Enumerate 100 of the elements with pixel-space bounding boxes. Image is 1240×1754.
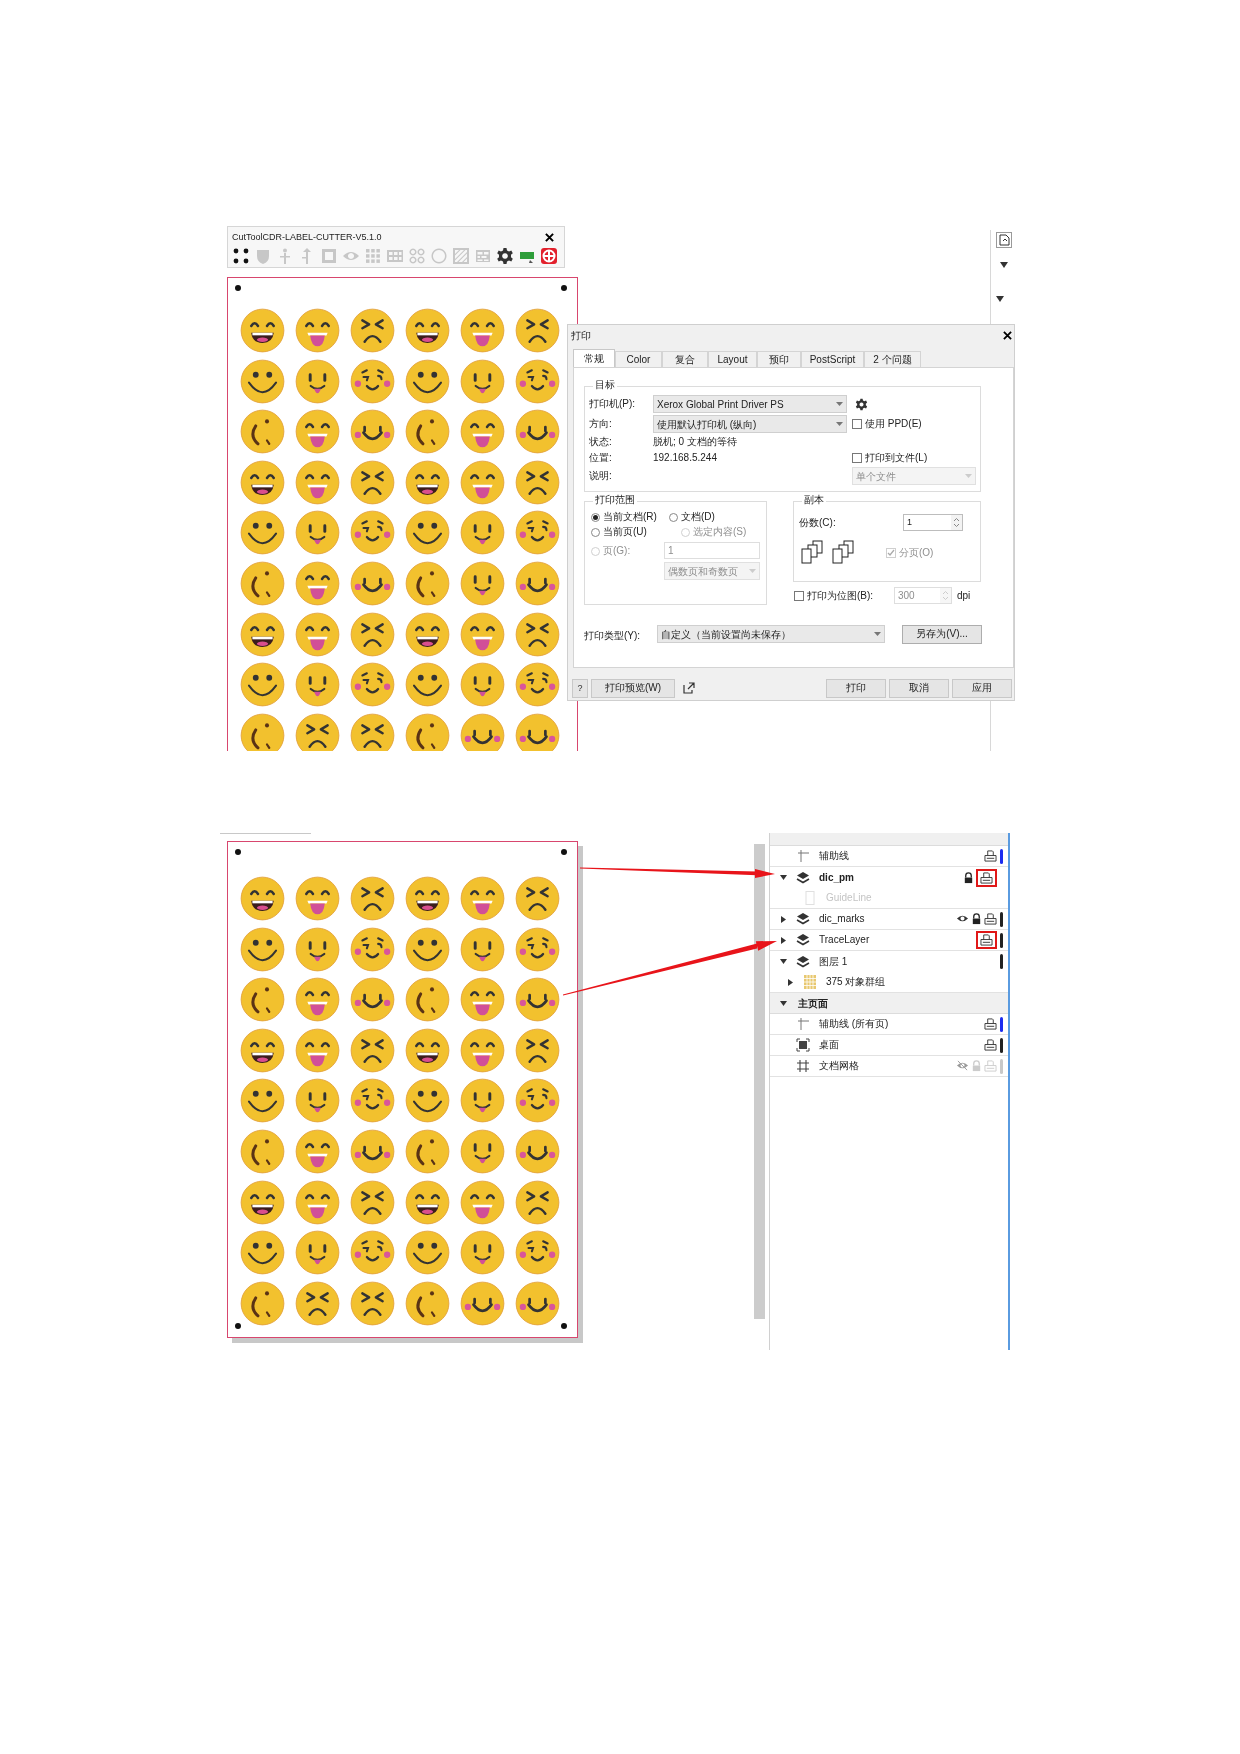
layers-icon [796,954,810,969]
expand-arrow-icon[interactable] [779,936,787,944]
field-label: 说明: [589,471,612,481]
group-icon [803,975,817,989]
collated-pages-icon [801,540,824,565]
help-button[interactable]: ? [572,678,588,698]
winking-face-sticker [405,1128,450,1174]
lifebuoy-icon[interactable] [540,247,558,265]
winking-face-sticker [240,1280,285,1326]
field-label: 份数(C): [799,517,836,528]
printer-icon[interactable] [984,913,997,925]
collapse-arrow-icon[interactable] [779,999,787,1007]
blushing-face-sticker [350,358,395,404]
winking-face-sticker [240,560,285,606]
print-preview-button[interactable]: 打印预览(W) [591,678,675,698]
page-number-field[interactable]: 1 [664,542,760,559]
dropdown-arrow-icon[interactable] [995,296,1004,302]
blushing-face-sticker [350,977,395,1023]
printer-icon[interactable] [980,871,993,884]
tongue-face-sticker [295,459,340,505]
collapse-arrow-icon[interactable] [779,958,787,965]
dpi-spinbox[interactable]: 300 [894,587,952,604]
collapse-arrow-icon[interactable] [779,874,787,881]
smiling-face-sticker [240,510,285,556]
winking-face-sticker [405,560,450,606]
winking-face-sticker [405,977,450,1023]
layer-name[interactable]: 桌面 [819,1040,984,1050]
dialog-button[interactable]: 应用 [952,678,1012,698]
eye-off-icon[interactable] [956,1060,969,1072]
collated-pages-icon [832,540,855,565]
print-type-dropdown[interactable]: 自定义（当前设置尚未保存） [657,625,885,643]
tongue-face-sticker [295,977,340,1023]
layer-name[interactable]: 图层 1 [819,956,997,967]
layer-name[interactable]: TraceLayer [819,935,976,945]
tongue-face-sticker [460,1128,505,1174]
close-icon[interactable] [545,232,554,242]
layer-name[interactable]: 辅助线 [819,851,984,861]
spin-arrows-icon[interactable] [951,515,962,530]
save-as-button[interactable]: 另存为(V)... [902,624,982,644]
external-window-icon[interactable] [683,682,695,694]
corner-mark [235,849,241,855]
lock-icon[interactable] [970,913,983,925]
dropdown-arrow-icon [836,422,843,426]
dropdown-arrow-icon [836,402,843,406]
tongue-face-sticker [295,1128,340,1174]
tongue-face-sticker [295,308,340,353]
frowning-face-sticker [515,611,560,657]
tongue-face-sticker [295,510,340,556]
radio-label: 页(G): [603,546,631,556]
frowning-face-sticker [350,876,395,921]
blushing-face-sticker [515,560,560,606]
tongue-face-sticker [295,1078,340,1124]
dropdown-arrow-icon[interactable] [999,262,1008,268]
checkbox[interactable] [794,590,804,601]
frowning-face-sticker [350,1027,395,1073]
printer-dropdown[interactable]: Xerox Global Print Driver PS [653,395,847,413]
winking-face-sticker [405,712,450,751]
tongue-face-sticker [295,358,340,404]
blushing-face-sticker [515,1280,560,1326]
dialog-button[interactable]: 打印 [826,678,886,698]
blushing-face-sticker [515,977,560,1023]
grinning-face-sticker [240,1179,285,1225]
settings-icon[interactable] [855,397,868,411]
checkbox-label: 打印为位图(B): [807,590,874,601]
blushing-face-sticker [460,1280,505,1326]
lock-icon[interactable] [962,871,975,884]
printer-icon[interactable] [984,1039,997,1051]
page-settings-icon[interactable] [995,232,1012,248]
grinning-face-sticker [405,308,450,353]
layer-name[interactable]: 文档网格 [819,1061,956,1071]
dialog-title: 打印 [571,329,591,343]
layer-name[interactable]: 375 对象群组 [826,977,997,987]
dots-icon[interactable] [232,247,250,265]
printer-icon[interactable] [980,934,993,946]
printer-icon[interactable] [984,850,997,862]
checkbox[interactable] [852,419,862,429]
orientation-dropdown[interactable]: 使用默认打印机 (纵向) [653,415,847,433]
settings-icon[interactable] [496,247,514,265]
corner-mark [561,1323,567,1329]
expand-arrow-icon[interactable] [779,915,787,923]
layer-name[interactable]: dic_pm [819,872,962,883]
tongue-face-sticker [295,662,340,708]
printer-icon[interactable] [984,1018,997,1030]
location-value: 192.168.5.244 [653,453,717,463]
tongue-face-sticker [460,1179,505,1225]
tongue-face-sticker [460,308,505,353]
tongue-face-sticker [460,1230,505,1276]
winking-face-sticker [240,1128,285,1174]
checkbox[interactable] [852,453,862,463]
smiling-face-sticker [240,358,285,404]
blushing-face-sticker [460,712,505,751]
layer-name[interactable]: dic_marks [819,914,956,924]
layer-name[interactable]: 辅助线 (所有页) [819,1019,984,1029]
blushing-face-sticker [515,662,560,708]
blushing-face-sticker [350,409,395,455]
close-icon[interactable] [1003,331,1012,340]
dialog-button[interactable]: 取消 [889,678,949,698]
expand-arrow-icon[interactable] [786,978,794,986]
dropdown-arrow-icon [874,632,881,636]
copies-spinbox[interactable]: 1 [903,514,963,531]
